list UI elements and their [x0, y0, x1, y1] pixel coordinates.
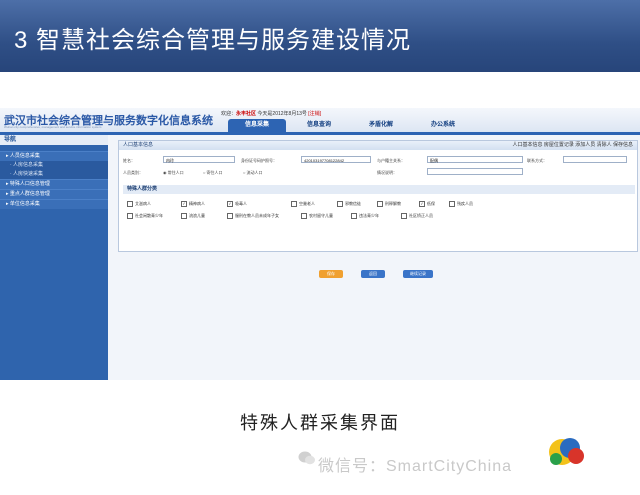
checkbox-label: 违法青少年: [359, 213, 379, 219]
checkbox-empty-icon[interactable]: [301, 213, 307, 219]
checkbox-label: 空巢老人: [299, 201, 315, 207]
special-group-checkbox[interactable]: 社区矫正人员: [401, 213, 433, 219]
contact-field[interactable]: [563, 156, 627, 163]
special-group-checkbox[interactable]: 流浪儿童: [181, 213, 205, 219]
special-group-checkbox[interactable]: 违法青少年: [351, 213, 379, 219]
special-group-checkbox[interactable]: 刑释解教: [377, 201, 401, 207]
checkbox-empty-icon[interactable]: [127, 201, 133, 207]
smartcity-logo-icon: [549, 438, 584, 465]
checkbox-empty-icon[interactable]: [291, 201, 297, 207]
sidebar-item-key-groups[interactable]: ▸ 重点人群信息管理: [0, 189, 108, 199]
watermark: 微信号：SmartCityChina: [318, 458, 513, 475]
special-group-checkbox[interactable]: ✓ 低保: [419, 201, 435, 207]
tab-office-system[interactable]: 办公系统: [414, 119, 472, 132]
category-radio-temporary[interactable]: ○ 寄住人口: [203, 170, 223, 176]
category-radio-floating[interactable]: ○ 流动人口: [243, 170, 263, 176]
system-subtitle: Wuhan city comprehensive, management and…: [4, 125, 102, 129]
checkbox-checked-icon[interactable]: ✓: [419, 201, 425, 207]
continue-record-button[interactable]: 继续记录: [403, 270, 433, 278]
note-field[interactable]: [427, 168, 523, 175]
id-label: 身份证号码护照号：: [241, 158, 277, 163]
org-name: 永丰社区: [236, 111, 257, 117]
today-date: 今天是2012年8月13号: [257, 111, 307, 117]
checkbox-label: 低保: [427, 201, 435, 207]
tab-info-query[interactable]: 信息查询: [290, 119, 348, 132]
sidebar-item-quick-collect[interactable]: · 人房快速采集: [0, 170, 108, 179]
special-group-checkbox[interactable]: 服刑在教人员未成年子女: [227, 213, 279, 219]
app-screenshot: 武汉市社会综合管理与服务数字化信息系统 Wuhan city comprehen…: [0, 108, 640, 380]
contact-label: 联系方式：: [527, 158, 547, 163]
welcome-prefix: 欢迎：: [221, 111, 237, 117]
id-number-field[interactable]: 420103197708122842: [301, 156, 371, 163]
note-label: 情况说明：: [377, 170, 397, 175]
checkbox-empty-icon[interactable]: [401, 213, 407, 219]
name-field[interactable]: 冉玲: [163, 156, 235, 163]
category-option-label: 寄住人口: [206, 170, 223, 175]
tab-info-collect[interactable]: 信息采集: [228, 119, 286, 132]
checkbox-empty-icon[interactable]: [337, 201, 343, 207]
name-label: 姓名：: [123, 158, 135, 163]
category-label: 人员类别：: [123, 170, 143, 175]
checkbox-label: 吸毒人: [235, 201, 247, 207]
special-group-checkbox[interactable]: 空巢老人: [291, 201, 315, 207]
checkbox-label: 服刑在教人员未成年子女: [235, 213, 279, 219]
category-option-label: 常住人口: [167, 170, 184, 175]
special-group-checkbox[interactable]: 社会闲散青少年: [127, 213, 163, 219]
save-button[interactable]: 保存: [319, 270, 343, 278]
panel-title: 人口基本信息: [123, 142, 154, 148]
special-group-checkbox[interactable]: 农村留守儿童: [301, 213, 333, 219]
checkbox-label: 流浪儿童: [189, 213, 205, 219]
person-info-panel: 人口基本信息 人口基本信息 房屋位置记录 添加人员 清除人 保存信息 姓名： 冉…: [118, 140, 638, 278]
checkbox-empty-icon[interactable]: [127, 213, 133, 219]
special-group-checkbox[interactable]: ✓ 精神病人: [181, 201, 205, 207]
checkbox-empty-icon[interactable]: [227, 213, 233, 219]
checkbox-checked-icon[interactable]: ✓: [227, 201, 233, 207]
checkbox-checked-icon[interactable]: ✓: [181, 201, 187, 207]
sidebar-item-unit-collect[interactable]: ▸ 单位信息采集: [0, 199, 108, 209]
sidebar-item-person-collect[interactable]: ▸ 人员信息采集: [0, 151, 108, 161]
relation-select[interactable]: 配偶: [427, 156, 523, 163]
category-radio-resident[interactable]: ◉ 常住人口: [163, 170, 184, 176]
special-group-checkbox[interactable]: 邪教信徒: [337, 201, 361, 207]
checkbox-empty-icon[interactable]: [181, 213, 187, 219]
sidebar-header: 导航: [0, 135, 108, 145]
special-group-checkbox[interactable]: ✓ 吸毒人: [227, 201, 247, 207]
welcome-bar: 欢迎：永丰社区 今天是2012年8月13号 [注销]: [221, 110, 321, 117]
special-group-section: 特殊人群分类: [123, 185, 635, 194]
sidebar-item-person-house-collect[interactable]: · 人房信息采集: [0, 161, 108, 170]
checkbox-label: 社区矫正人员: [409, 213, 433, 219]
checkbox-label: 邪教信徒: [345, 201, 361, 207]
checkbox-label: 刑释解教: [385, 201, 401, 207]
app-header: 武汉市社会综合管理与服务数字化信息系统 Wuhan city comprehen…: [0, 108, 640, 135]
checkbox-label: 社会闲散青少年: [135, 213, 163, 219]
logout-link[interactable]: [注销]: [308, 111, 321, 117]
relation-label: 与户籍主关系：: [377, 158, 405, 163]
checkbox-label: 艾滋病人: [135, 201, 151, 207]
special-group-checkbox[interactable]: 艾滋病人: [127, 201, 151, 207]
checkbox-label: 精神病人: [189, 201, 205, 207]
sidebar: 导航 ▸ 人员信息采集 · 人房信息采集 · 人房快速采集 ▸ 特殊人口信息管理…: [0, 135, 108, 380]
slide-title-bar: 3 智慧社会综合管理与服务建设情况: [0, 0, 640, 72]
category-option-label: 流动人口: [246, 170, 263, 175]
checkbox-empty-icon[interactable]: [377, 201, 383, 207]
checkbox-empty-icon[interactable]: [449, 201, 455, 207]
sidebar-item-special-population[interactable]: ▸ 特殊人口信息管理: [0, 179, 108, 189]
slide-title: 3 智慧社会综合管理与服务建设情况: [14, 27, 412, 54]
panel-links[interactable]: 人口基本信息 房屋位置记录 添加人员 清除人 保存信息: [512, 141, 633, 150]
panel-header: 人口基本信息 人口基本信息 房屋位置记录 添加人员 清除人 保存信息: [119, 141, 637, 150]
tab-conflict-resolve[interactable]: 矛盾化解: [352, 119, 410, 132]
checkbox-label: 残疾人员: [457, 201, 473, 207]
special-group-checkbox[interactable]: 残疾人员: [449, 201, 473, 207]
checkbox-empty-icon[interactable]: [351, 213, 357, 219]
checkbox-label: 农村留守儿童: [309, 213, 333, 219]
back-button[interactable]: 返回: [361, 270, 385, 278]
wechat-icon: [298, 451, 315, 465]
